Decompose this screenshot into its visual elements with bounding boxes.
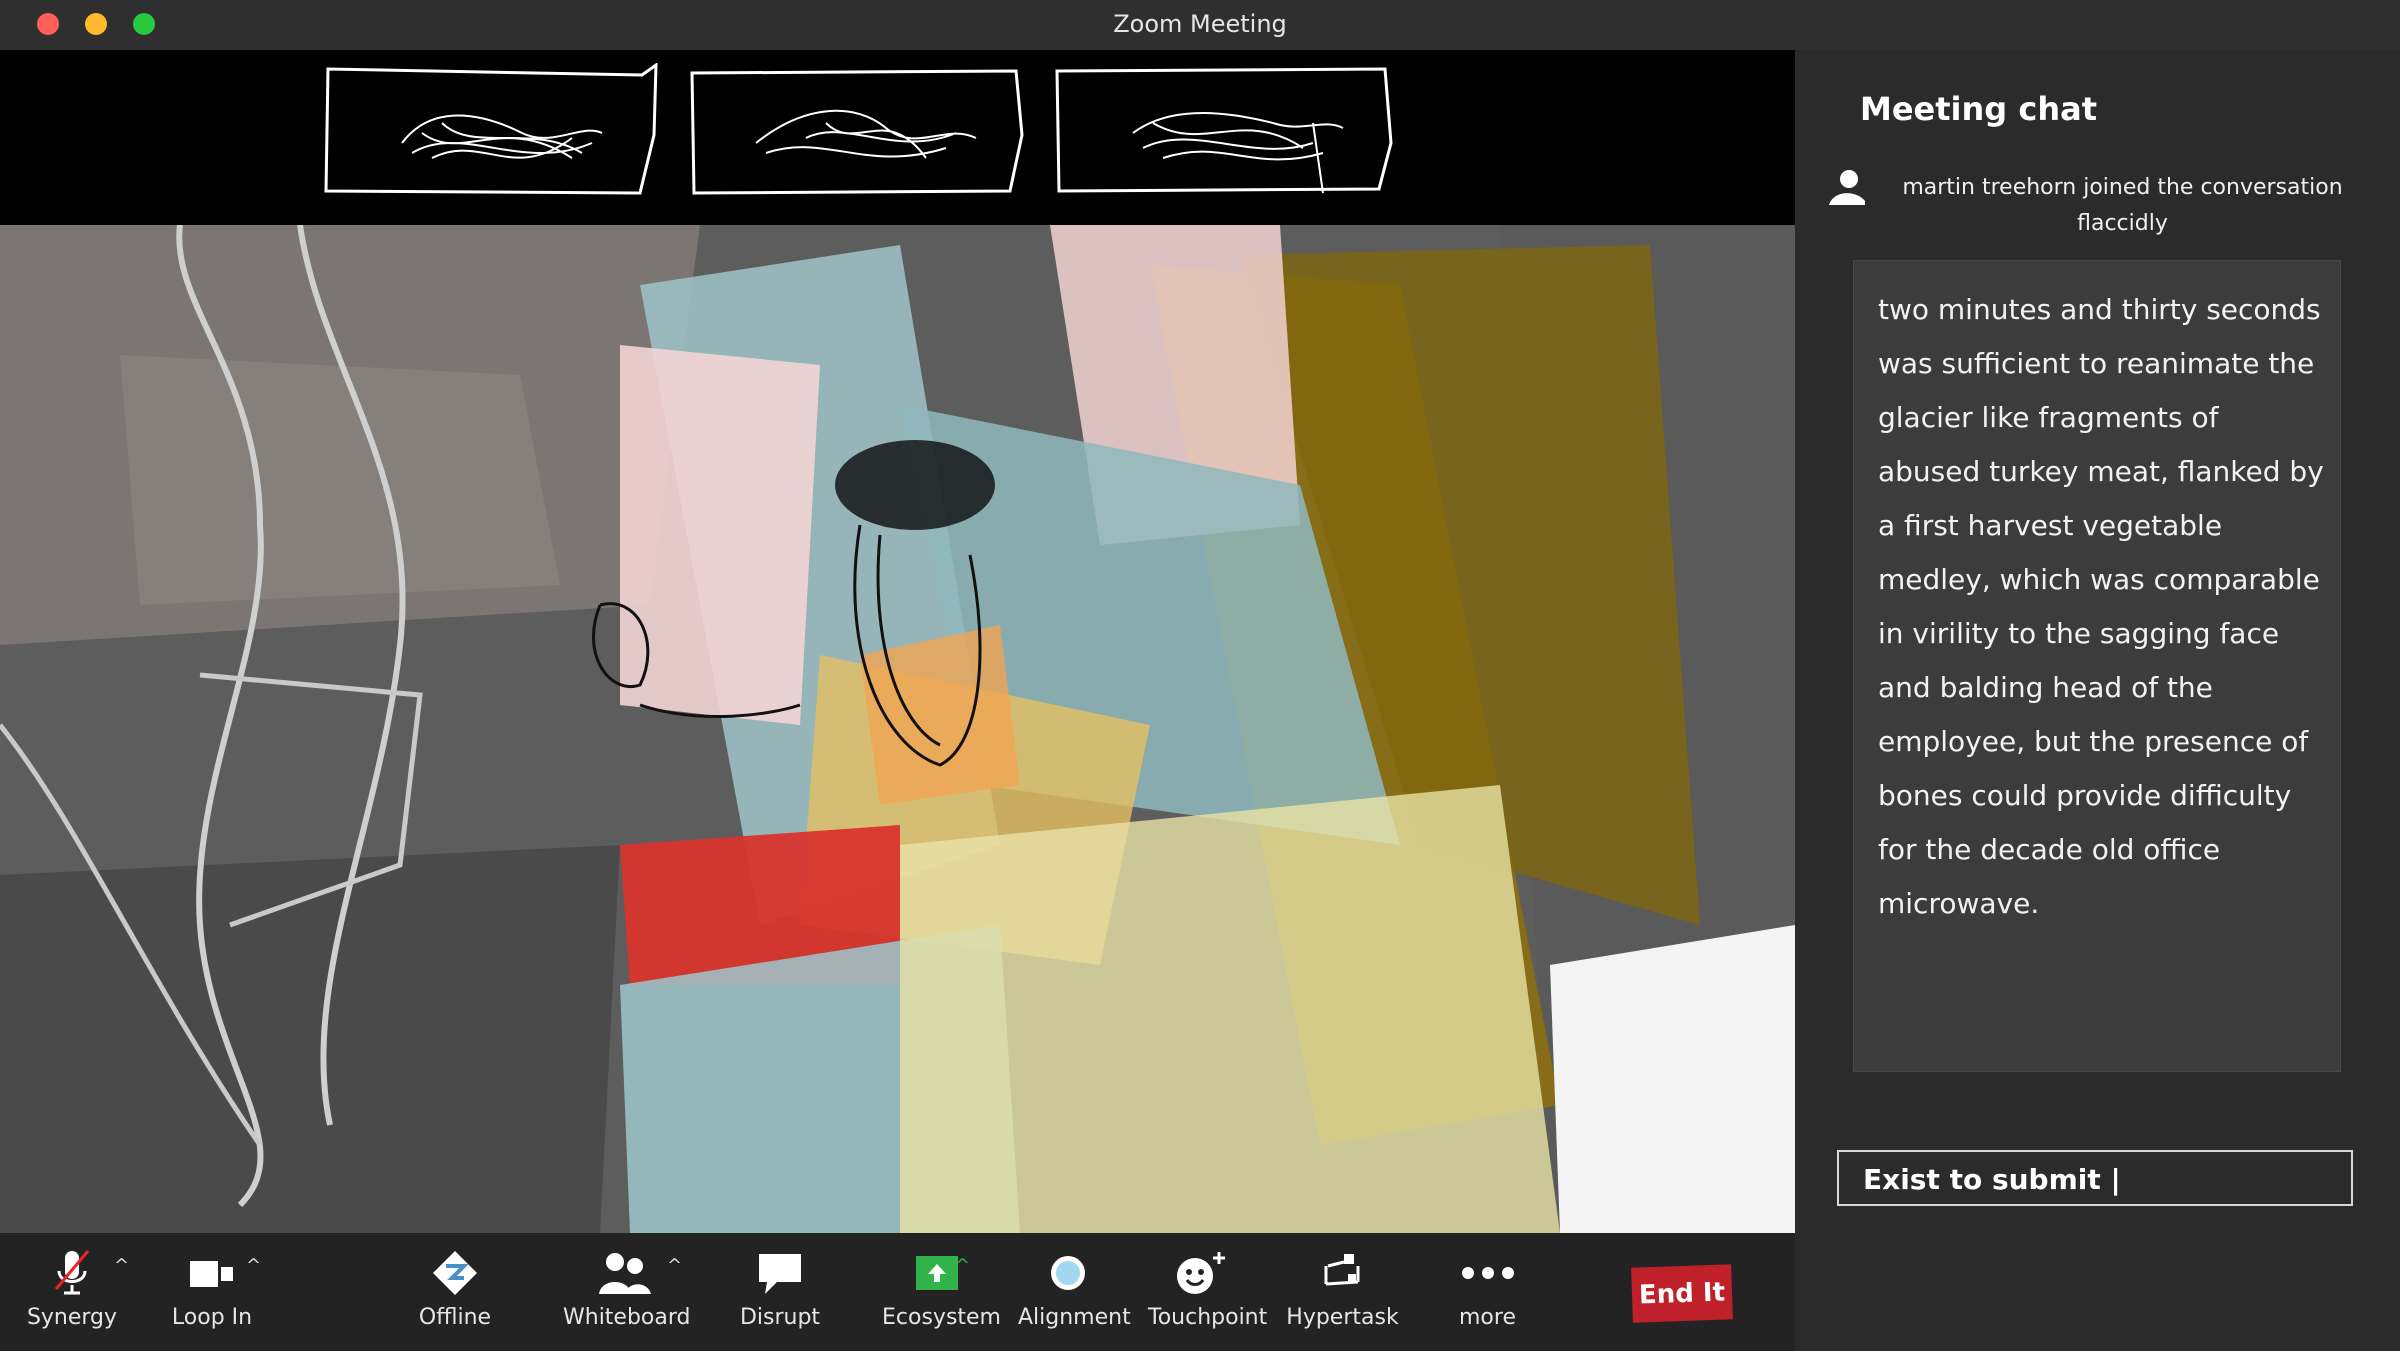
hypertask-button[interactable]: Hypertask	[1285, 1245, 1400, 1330]
participant-thumbnail-strip	[0, 50, 1795, 225]
hypertask-label: Hypertask	[1286, 1305, 1399, 1330]
offline-button[interactable]: Offline	[405, 1245, 505, 1330]
ecosystem-button[interactable]: Ecosystem	[882, 1245, 1001, 1330]
whiteboard-button[interactable]: Whiteboard	[563, 1245, 691, 1330]
record-icon	[1018, 1245, 1118, 1301]
chat-title: Meeting chat	[1860, 90, 2097, 128]
more-button[interactable]: more	[1440, 1245, 1535, 1330]
participants-icon	[563, 1245, 683, 1301]
title-bar: Zoom Meeting	[0, 0, 2400, 50]
offline-label: Offline	[418, 1305, 492, 1330]
synergy-label: Synergy	[26, 1305, 118, 1330]
participant-thumbnail[interactable]	[1053, 63, 1393, 200]
chevron-up-icon[interactable]: ^	[114, 1255, 129, 1276]
participant-thumbnail[interactable]	[686, 63, 1026, 200]
speech-bubble-icon	[730, 1245, 830, 1301]
chat-input[interactable]: Exist to submit |	[1837, 1150, 2353, 1206]
chat-panel: Meeting chat martin treehorn joined the …	[1795, 50, 2400, 1351]
reaction-icon	[1148, 1245, 1253, 1301]
chat-message-text: two minutes and thirty seconds was suffi…	[1878, 293, 2324, 920]
disrupt-button[interactable]: Disrupt	[730, 1245, 830, 1330]
chevron-up-icon[interactable]: ^	[955, 1255, 970, 1276]
share-screen-icon	[882, 1245, 992, 1301]
join-notice: martin treehorn joined the conversation …	[1825, 165, 2385, 236]
chevron-up-icon[interactable]: ^	[246, 1255, 261, 1276]
chat-message-bubble: two minutes and thirty seconds was suffi…	[1853, 260, 2341, 1072]
active-speaker-video	[0, 225, 1795, 1233]
meeting-main-area	[0, 50, 1795, 1233]
window-title: Zoom Meeting	[1113, 10, 1287, 38]
more-dots-icon	[1440, 1245, 1535, 1301]
diamond-icon	[405, 1245, 505, 1301]
synergy-button[interactable]: Synergy	[22, 1245, 122, 1330]
participant-thumbnail[interactable]	[322, 62, 662, 200]
chat-input-value: Exist to submit |	[1863, 1163, 2121, 1196]
touchpoint-label: Touchpoint	[1148, 1305, 1268, 1330]
abstract-painting-image	[0, 225, 1795, 1233]
whiteboard-label: Whiteboard	[563, 1305, 691, 1330]
microphone-muted-icon	[22, 1245, 122, 1301]
more-label: more	[1459, 1305, 1516, 1330]
end-meeting-button[interactable]: End It	[1631, 1264, 1733, 1323]
join-notice-text: martin treehorn joined the conversation …	[1902, 175, 2343, 236]
alignment-button[interactable]: Alignment	[1018, 1245, 1131, 1330]
alignment-label: Alignment	[1018, 1305, 1131, 1330]
ecosystem-label: Ecosystem	[882, 1305, 1001, 1330]
apps-icon	[1285, 1245, 1400, 1301]
meeting-toolbar: Synergy ^ Loop In ^ Offline Whiteboard ^…	[0, 1233, 1795, 1351]
touchpoint-button[interactable]: Touchpoint	[1148, 1245, 1268, 1330]
loop-in-label: Loop In	[171, 1305, 253, 1330]
disrupt-label: Disrupt	[739, 1305, 821, 1330]
chevron-up-icon[interactable]: ^	[667, 1255, 682, 1276]
user-icon	[1825, 165, 1869, 209]
